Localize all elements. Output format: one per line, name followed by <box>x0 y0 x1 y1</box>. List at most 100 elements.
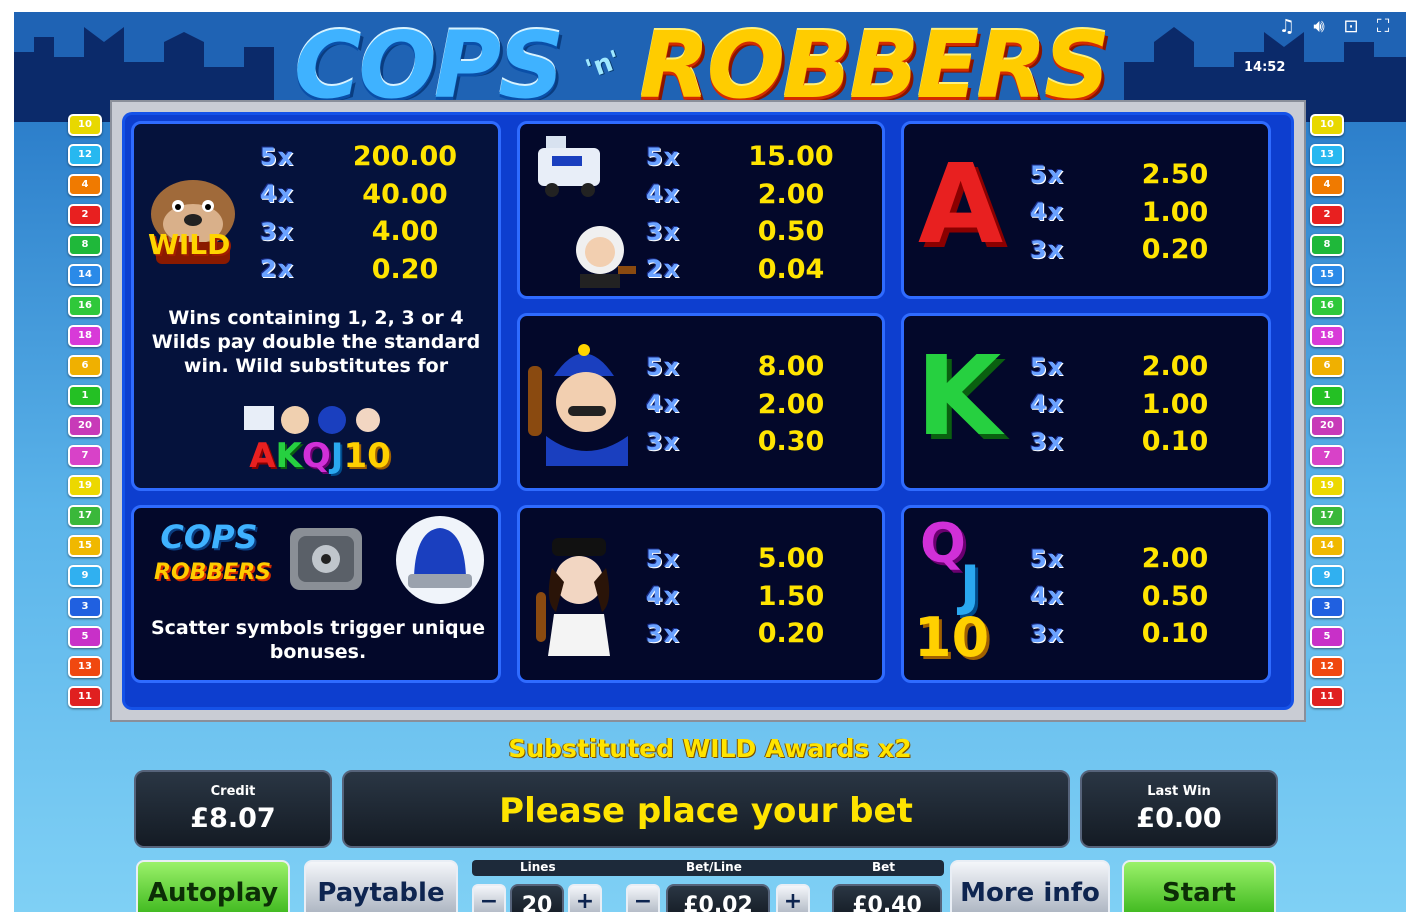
pay-amount: 0.10 <box>1141 426 1209 458</box>
payline-indicator[interactable]: 18 <box>68 324 102 347</box>
lines-decrease-button[interactable]: − <box>472 884 506 912</box>
multiplier: 5x <box>260 142 295 171</box>
payline-indicator[interactable]: 19 <box>1310 475 1344 498</box>
pay-amount: 0.04 <box>757 253 825 285</box>
multiplier: 5x <box>646 352 681 381</box>
payline-indicator[interactable]: 7 <box>1310 445 1344 468</box>
payline-indicator[interactable]: 7 <box>68 445 102 468</box>
music-icon[interactable]: ♫ <box>1276 16 1298 38</box>
payline-indicator[interactable]: 4 <box>68 174 102 197</box>
multiplier: 5x <box>1030 352 1065 381</box>
logo-n: 'n' <box>581 45 625 85</box>
payline-indicator[interactable]: 6 <box>68 354 102 377</box>
pay-amount: 1.50 <box>757 580 825 612</box>
more-info-button[interactable]: More info <box>950 860 1110 912</box>
payline-indicator[interactable]: 8 <box>1310 234 1344 257</box>
top-icon-bar: ♫ 🔊︎ ⊡ ⛶ <box>1276 16 1394 38</box>
payline-indicator[interactable]: 11 <box>1310 685 1344 708</box>
pay-amount: 2.00 <box>1141 543 1209 575</box>
scatter-description: Scatter symbols trigger unique bonuses. <box>150 617 485 663</box>
multiplier: 3x <box>260 217 295 246</box>
symbol-a: A <box>918 140 1004 268</box>
pay-amount: 0.30 <box>757 426 825 458</box>
resize-icon[interactable]: ⊡ <box>1340 16 1362 38</box>
pay-amount: 1.00 <box>1141 196 1209 228</box>
payline-indicator[interactable]: 2 <box>1310 204 1344 227</box>
bet-line-increase-button[interactable]: + <box>776 884 810 912</box>
payline-indicator[interactable]: 12 <box>1310 655 1344 678</box>
pay-amount: 2.00 <box>1141 351 1209 383</box>
paytable-grid: WILD 5x 200.00 4x 40.00 3x 4.00 2x 0.20 Wins… <box>122 112 1294 710</box>
sub-letter-10: 10 <box>343 436 391 476</box>
pay-amount: 2.50 <box>1141 159 1209 191</box>
bet-line-decrease-button[interactable]: − <box>626 884 660 912</box>
policewoman-icon <box>536 538 610 656</box>
pay-amount: 40.00 <box>362 178 448 210</box>
pay-amount: 15.00 <box>748 141 834 173</box>
multiplier: 4x <box>1030 582 1065 611</box>
pay-amount: 2.00 <box>757 388 825 420</box>
symbol-k: K <box>916 332 1002 460</box>
payline-indicator[interactable]: 1 <box>1310 384 1344 407</box>
payline-indicator[interactable]: 13 <box>1310 144 1344 167</box>
multiplier: 5x <box>646 544 681 573</box>
lines-increase-button[interactable]: + <box>568 884 602 912</box>
autoplay-button[interactable]: Autoplay <box>136 860 290 912</box>
substitute-letters: A K Q J 10 <box>220 436 420 482</box>
scatter-logo-robbers: ROBBERS <box>154 560 271 585</box>
speaker-icon[interactable]: 🔊︎ <box>1308 16 1330 38</box>
sub-letter-k: K <box>275 436 302 476</box>
payline-indicator[interactable]: 3 <box>68 595 102 618</box>
payline-indicator[interactable]: 18 <box>1310 324 1344 347</box>
payline-indicator[interactable]: 19 <box>68 475 102 498</box>
payline-indicator[interactable]: 3 <box>1310 595 1344 618</box>
payline-indicator[interactable]: 13 <box>68 655 102 678</box>
multiplier: 3x <box>646 619 681 648</box>
payline-indicator[interactable]: 9 <box>1310 565 1344 588</box>
payline-indicator[interactable]: 17 <box>1310 505 1344 528</box>
substitute-characters-icon <box>244 406 380 434</box>
start-button[interactable]: Start <box>1122 860 1276 912</box>
payline-indicator[interactable]: 2 <box>68 204 102 227</box>
lines-value: 20 <box>510 884 564 912</box>
symbol-a-pays: 5x 2.50 4x 1.00 3x 0.20 <box>1030 156 1230 269</box>
police-car-cell: 5x 15.00 4x 2.00 3x 0.50 2x 0.04 <box>517 121 885 299</box>
bet-value: £0.40 <box>832 884 942 912</box>
payline-indicator[interactable]: 11 <box>68 685 102 708</box>
policewoman-pays: 5x 5.00 4x 1.50 3x 0.20 <box>646 540 846 653</box>
paytable-button[interactable]: Paytable <box>304 860 458 912</box>
payline-indicator[interactable]: 10 <box>68 114 102 136</box>
bet-prompt: Please place your bet <box>499 791 913 831</box>
payline-indicator[interactable]: 1 <box>68 384 102 407</box>
last-win-label: Last Win <box>1147 784 1211 799</box>
symbol-10: 10 <box>914 606 990 669</box>
symbol-k-pays: 5x 2.00 4x 1.00 3x 0.10 <box>1030 348 1230 461</box>
fullscreen-icon[interactable]: ⛶ <box>1372 16 1394 38</box>
sub-letter-q: Q <box>301 436 331 476</box>
payline-indicator[interactable]: 10 <box>1310 114 1344 136</box>
payline-indicator[interactable]: 14 <box>68 264 102 287</box>
payline-indicator[interactable]: 9 <box>68 565 102 588</box>
payline-indicator[interactable]: 8 <box>68 234 102 257</box>
symbol-k-cell: K 5x 2.00 4x 1.00 3x 0.10 <box>901 313 1271 491</box>
pay-amount: 0.20 <box>757 618 825 650</box>
multiplier: 3x <box>1030 619 1065 648</box>
payline-indicator[interactable]: 16 <box>68 294 102 317</box>
pay-amount: 2.00 <box>757 178 825 210</box>
payline-indicator[interactable]: 4 <box>1310 174 1344 197</box>
payline-indicator[interactable]: 16 <box>1310 294 1344 317</box>
payline-indicator[interactable]: 17 <box>68 505 102 528</box>
payline-indicator[interactable]: 5 <box>68 625 102 648</box>
payline-indicator[interactable]: 15 <box>68 535 102 558</box>
payline-indicator[interactable]: 5 <box>1310 625 1344 648</box>
payline-indicator[interactable]: 12 <box>68 144 102 167</box>
payline-indicator[interactable]: 20 <box>68 414 102 437</box>
bet-label: Bet <box>872 860 896 874</box>
multiplier: 4x <box>1030 198 1065 227</box>
payline-indicator[interactable]: 6 <box>1310 354 1344 377</box>
payline-indicator[interactable]: 20 <box>1310 414 1344 437</box>
payline-indicator[interactable]: 15 <box>1310 264 1344 287</box>
multiplier: 5x <box>1030 160 1065 189</box>
payline-indicator[interactable]: 14 <box>1310 535 1344 558</box>
multiplier: 2x <box>260 255 295 284</box>
